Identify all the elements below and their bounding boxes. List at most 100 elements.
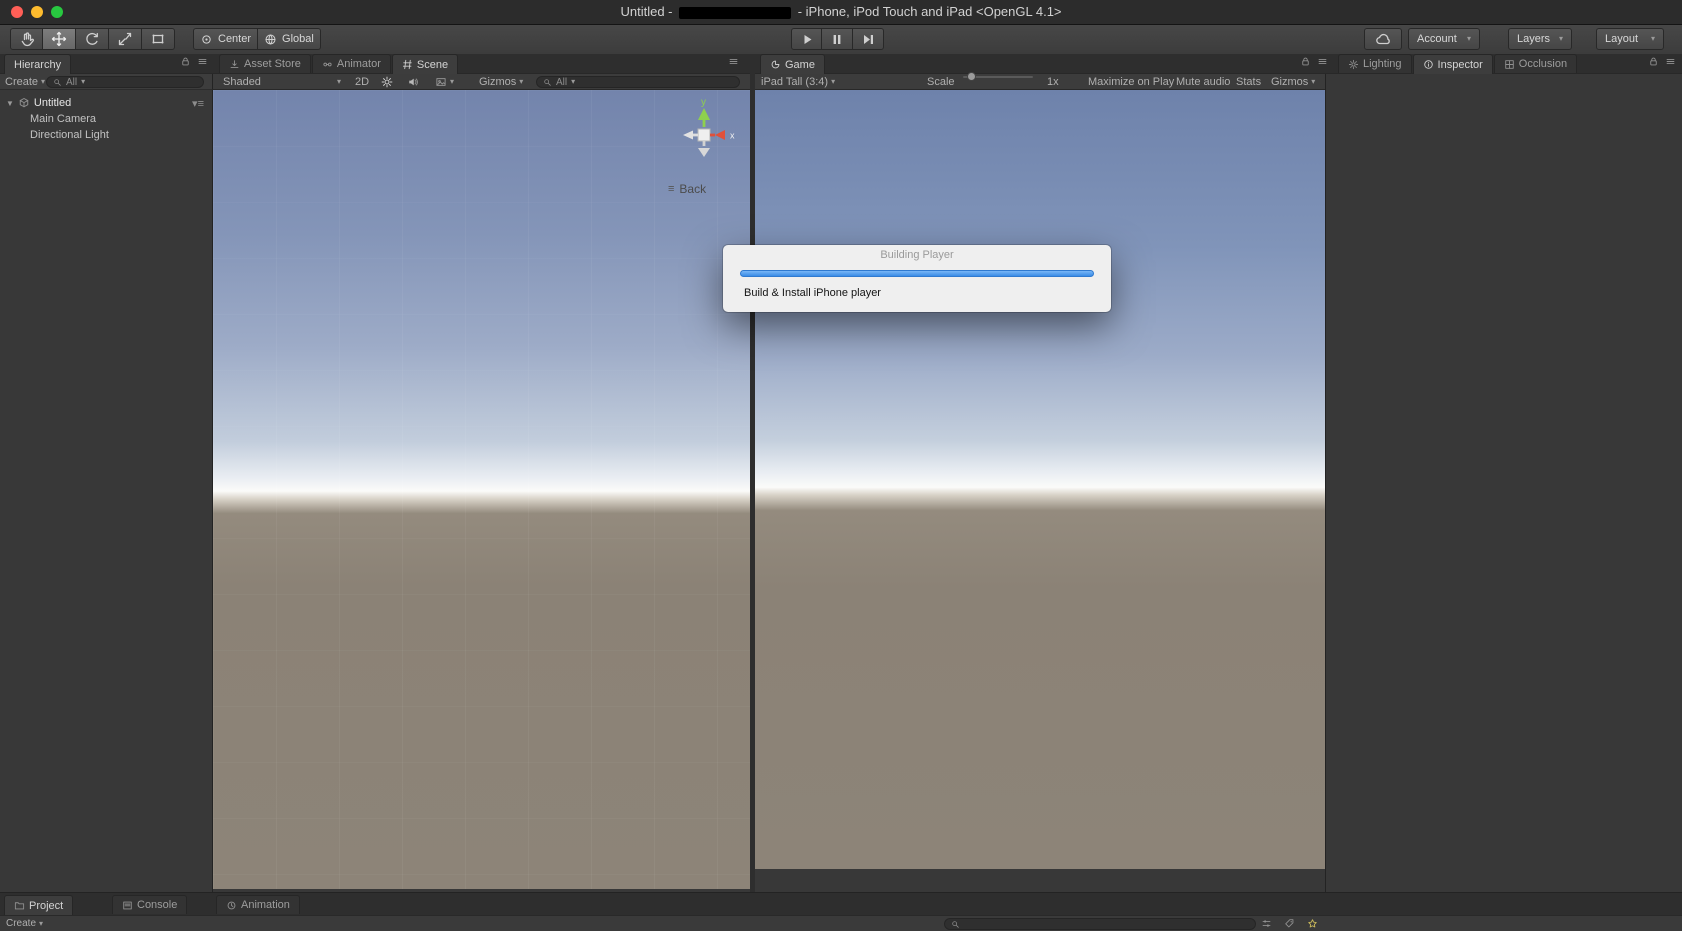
- rect-tool-button[interactable]: [142, 28, 175, 50]
- down-axis-cone[interactable]: [698, 148, 710, 157]
- project-create-dropdown[interactable]: Create ▾: [6, 918, 43, 929]
- move-tool-button[interactable]: [43, 28, 76, 50]
- gizmo-center-cube[interactable]: [697, 128, 711, 142]
- mute-audio-toggle[interactable]: Mute audio: [1176, 76, 1230, 88]
- chevron-down-icon: ▾: [336, 77, 341, 86]
- x-axis-cone[interactable]: [715, 130, 725, 140]
- scale-slider[interactable]: [963, 72, 1033, 81]
- scene-gizmos-dropdown[interactable]: Gizmos ▾: [479, 76, 523, 88]
- hierarchy-toolbar: Create ▾ All ▾: [0, 74, 213, 90]
- favorites-star-icon[interactable]: [1307, 918, 1318, 929]
- chevron-down-icon: ▾: [1311, 77, 1316, 86]
- scene-tab-label: Scene: [416, 58, 449, 71]
- asset-labels-icon[interactable]: [1284, 918, 1295, 929]
- project-tab-label: Project: [29, 899, 64, 912]
- layers-dropdown[interactable]: Layers ▾: [1508, 28, 1572, 50]
- scale-value: 1x: [1047, 76, 1059, 88]
- cloud-group: [1364, 28, 1402, 50]
- stats-toggle[interactable]: Stats: [1236, 76, 1261, 88]
- tab-lighting[interactable]: Lighting: [1338, 54, 1412, 73]
- hierarchy-item-scene[interactable]: ▼ Untitled ▾≡: [0, 95, 212, 111]
- hierarchy-item-directional-light[interactable]: Directional Light: [0, 127, 212, 143]
- scale-slider-track[interactable]: [963, 72, 1033, 81]
- bottom-tabs: Project: [4, 895, 74, 915]
- panel-menu-icon[interactable]: [728, 56, 739, 67]
- tab-hierarchy[interactable]: Hierarchy: [4, 54, 72, 74]
- panel-menu-icon[interactable]: [197, 56, 208, 67]
- scale-tool-button[interactable]: [109, 28, 142, 50]
- scale-slider-knob[interactable]: [967, 72, 976, 81]
- game-tabs: Game: [760, 54, 825, 74]
- aspect-ratio-label: iPad Tall (3:4): [761, 76, 829, 88]
- aspect-ratio-dropdown[interactable]: iPad Tall (3:4) ▾: [761, 76, 835, 88]
- layout-group: Layout ▾: [1596, 28, 1664, 50]
- scene-area-tabs: Asset Store Animator Scene: [219, 54, 459, 74]
- rotate-icon: [86, 32, 98, 45]
- sun-icon: [381, 76, 393, 88]
- scene-orientation-gizmo[interactable]: y x: [660, 96, 748, 162]
- tab-project[interactable]: Project: [4, 895, 74, 915]
- building-player-dialog: Building Player Build & Install iPhone p…: [723, 245, 1111, 312]
- scene-search-filter: All: [556, 76, 568, 88]
- project-search-input[interactable]: [944, 918, 1256, 930]
- tab-occlusion[interactable]: Occlusion: [1493, 54, 1578, 73]
- view-direction-menu[interactable]: ≡ Back: [668, 182, 706, 196]
- console-tab-wrap: Console: [112, 895, 188, 915]
- build-status-text: Build & Install iPhone player: [744, 287, 881, 299]
- left-axis-cone[interactable]: [683, 130, 693, 140]
- play-button[interactable]: [791, 28, 822, 50]
- scene-search-input[interactable]: All ▾: [536, 76, 740, 88]
- hierarchy-panel: ▼ Untitled ▾≡ Main Camera Directional Li…: [0, 90, 213, 892]
- services-cloud-button[interactable]: [1364, 28, 1402, 50]
- tab-scene[interactable]: Scene: [391, 54, 459, 74]
- scene-viewport[interactable]: y x ≡ Back: [213, 90, 750, 889]
- lock-icon[interactable]: [1300, 56, 1311, 67]
- panel-menu-icon[interactable]: [1317, 56, 1328, 67]
- tab-animator[interactable]: Animator: [311, 54, 391, 73]
- scene-effects-dropdown[interactable]: ▾: [435, 76, 454, 88]
- layers-label: Layers: [1517, 33, 1551, 45]
- hand-tool-button[interactable]: [10, 28, 43, 50]
- cloud-icon: [1375, 33, 1390, 44]
- lock-icon[interactable]: [1648, 56, 1659, 67]
- hierarchy-search-input[interactable]: All ▾: [46, 76, 204, 88]
- rotate-tool-button[interactable]: [76, 28, 109, 50]
- scene-context-menu-icon[interactable]: ▾≡: [192, 97, 204, 110]
- layout-dropdown[interactable]: Layout ▾: [1596, 28, 1664, 50]
- y-axis-cone[interactable]: [698, 108, 710, 120]
- pause-button[interactable]: [822, 28, 853, 50]
- step-button[interactable]: [853, 28, 884, 50]
- inspector-tab-options: [1648, 56, 1676, 67]
- scene-audio-toggle[interactable]: [407, 76, 419, 88]
- rect-transform-icon: [152, 34, 164, 44]
- hierarchy-item-main-camera[interactable]: Main Camera: [0, 111, 212, 127]
- tab-game[interactable]: Game: [760, 54, 825, 74]
- scene-name-label: Untitled: [33, 97, 72, 109]
- account-dropdown[interactable]: Account ▾: [1408, 28, 1480, 50]
- view-direction-label: Back: [679, 182, 707, 196]
- tab-animation[interactable]: Animation: [216, 895, 300, 914]
- tab-asset-store[interactable]: Asset Store: [219, 54, 311, 73]
- disclosure-triangle-icon[interactable]: ▼: [6, 99, 14, 108]
- occlusion-tab-label: Occlusion: [1518, 58, 1568, 70]
- draw-mode-dropdown[interactable]: Shaded ▾: [223, 76, 341, 88]
- hierarchy-tabs: Hierarchy: [4, 54, 72, 74]
- tab-console[interactable]: Console: [112, 895, 188, 914]
- space-mode-label: Global: [282, 33, 314, 45]
- 2d-toggle-button[interactable]: 2D: [355, 76, 369, 88]
- unity-editor-window: Untitled - - iPhone, iPod Touch and iPad…: [0, 0, 1682, 931]
- scene-lighting-toggle[interactable]: [381, 76, 393, 88]
- panel-menu-icon[interactable]: [1665, 56, 1676, 67]
- pivot-mode-button[interactable]: Center: [193, 28, 259, 50]
- space-mode-button[interactable]: Global: [258, 28, 321, 50]
- hierarchy-create-dropdown[interactable]: Create ▾: [5, 76, 45, 88]
- column-settings-icon[interactable]: [1261, 918, 1272, 929]
- maximize-on-play-toggle[interactable]: Maximize on Play: [1088, 76, 1174, 88]
- game-gizmos-dropdown[interactable]: Gizmos ▾: [1271, 76, 1315, 88]
- game-tab-label: Game: [785, 58, 815, 71]
- chevron-down-icon: ▾: [1650, 34, 1655, 43]
- step-icon: [864, 35, 873, 44]
- pivot-space-toggles: Center Global: [193, 28, 321, 50]
- lock-icon[interactable]: [180, 56, 191, 67]
- tab-inspector[interactable]: Inspector: [1412, 54, 1493, 74]
